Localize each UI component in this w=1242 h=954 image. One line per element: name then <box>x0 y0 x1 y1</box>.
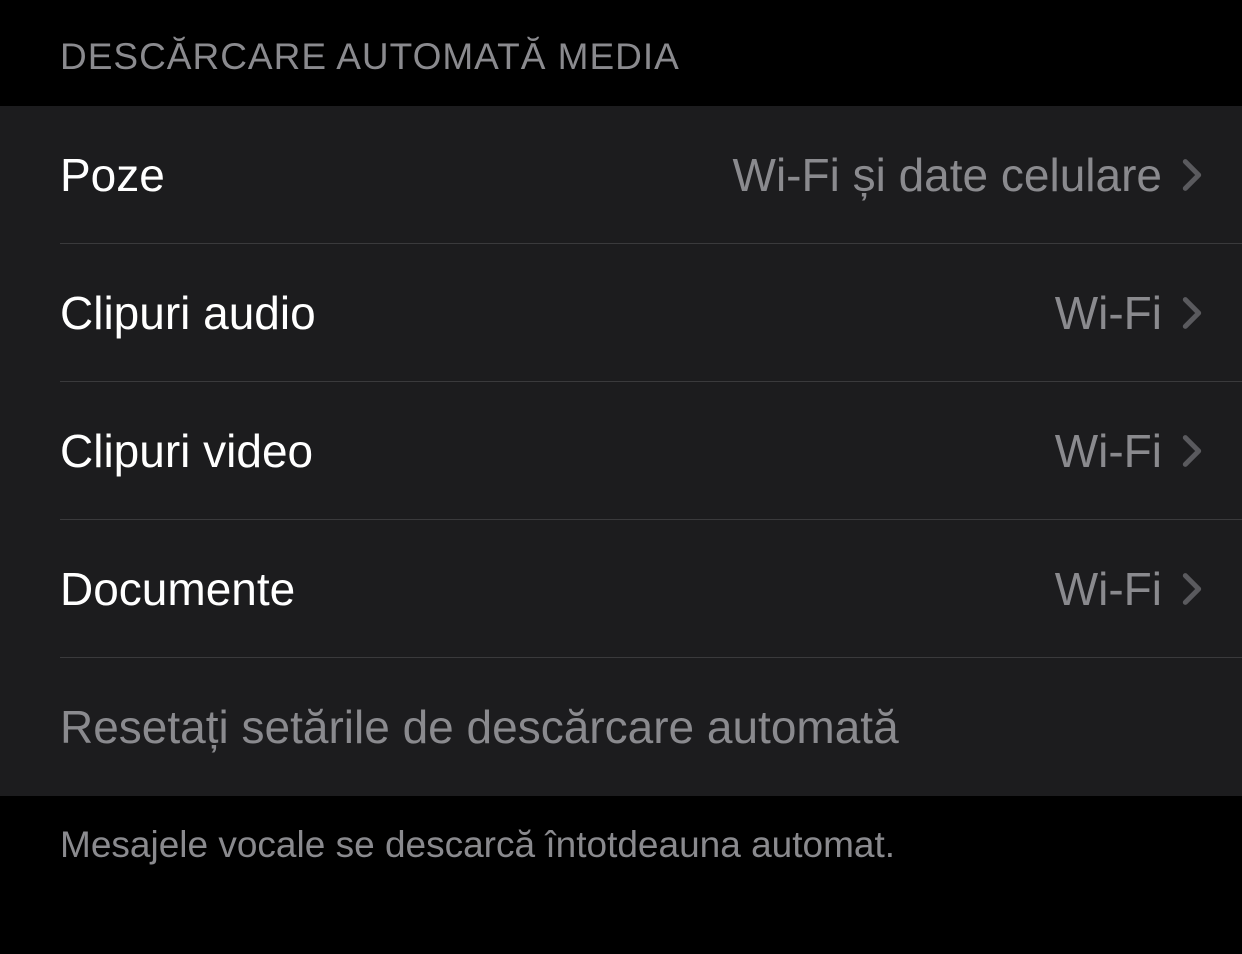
row-value-container: Wi-Fi <box>1055 562 1202 616</box>
settings-row-photos[interactable]: Poze Wi-Fi și date celulare <box>0 106 1242 244</box>
row-value: Wi-Fi <box>1055 286 1162 340</box>
row-value: Wi-Fi și date celulare <box>733 148 1162 202</box>
section-header: DESCĂRCARE AUTOMATĂ MEDIA <box>0 0 1242 106</box>
row-value-container: Wi-Fi <box>1055 286 1202 340</box>
row-label: Clipuri video <box>60 424 313 478</box>
row-value-container: Wi-Fi și date celulare <box>733 148 1202 202</box>
row-label: Documente <box>60 562 295 616</box>
chevron-right-icon <box>1182 158 1202 192</box>
settings-row-reset[interactable]: Resetați setările de descărcare automată <box>0 658 1242 796</box>
settings-row-documents[interactable]: Documente Wi-Fi <box>0 520 1242 658</box>
row-value: Wi-Fi <box>1055 562 1162 616</box>
chevron-right-icon <box>1182 296 1202 330</box>
section-footer: Mesajele vocale se descarcă întotdeauna … <box>0 796 1242 902</box>
reset-label: Resetați setările de descărcare automată <box>60 700 1202 754</box>
chevron-right-icon <box>1182 572 1202 606</box>
settings-row-video[interactable]: Clipuri video Wi-Fi <box>0 382 1242 520</box>
row-value: Wi-Fi <box>1055 424 1162 478</box>
chevron-right-icon <box>1182 434 1202 468</box>
row-label: Poze <box>60 148 165 202</box>
row-label: Clipuri audio <box>60 286 316 340</box>
settings-row-audio[interactable]: Clipuri audio Wi-Fi <box>0 244 1242 382</box>
row-value-container: Wi-Fi <box>1055 424 1202 478</box>
settings-group: Poze Wi-Fi și date celulare Clipuri audi… <box>0 106 1242 796</box>
